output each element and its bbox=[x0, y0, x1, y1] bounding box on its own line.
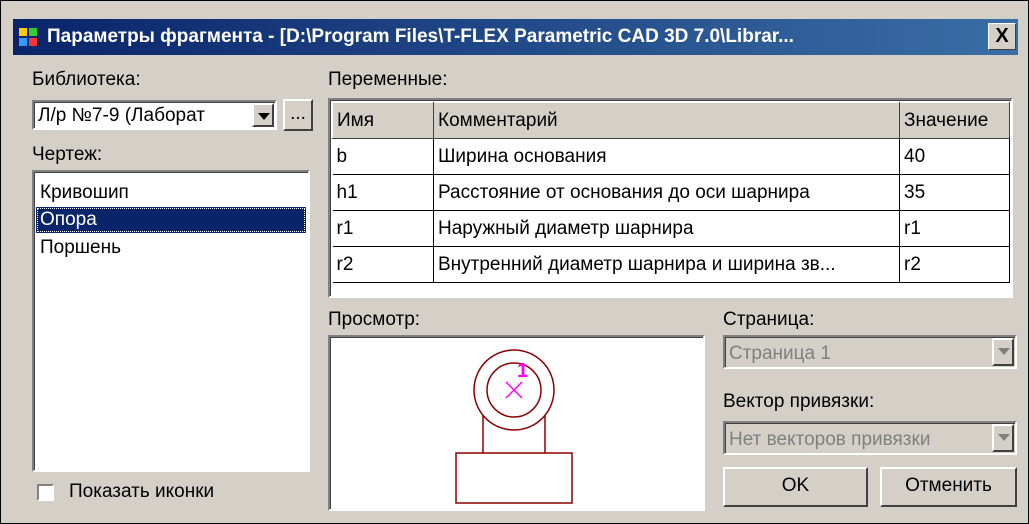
cell-value[interactable]: r2 bbox=[899, 246, 1010, 283]
cell-value[interactable]: 40 bbox=[899, 138, 1010, 175]
library-browse-button[interactable]: ... bbox=[283, 99, 313, 131]
dialog-window: Параметры фрагмента - [D:\Program Files\… bbox=[0, 0, 1029, 524]
variables-grid: Имя Комментарий Значение b Ширина основа… bbox=[332, 102, 1010, 283]
cell-comment: Ширина основания bbox=[433, 138, 900, 175]
cell-value[interactable]: 35 bbox=[899, 174, 1010, 211]
table-row[interactable]: r1 Наружный диаметр шарнира r1 bbox=[332, 210, 1010, 247]
cell-name: h1 bbox=[332, 174, 434, 211]
window-title: Параметры фрагмента - [D:\Program Files\… bbox=[47, 26, 794, 47]
drawing-label: Чертеж: bbox=[32, 144, 103, 165]
column-header-value[interactable]: Значение bbox=[899, 102, 1010, 139]
list-item-selected[interactable]: Опора bbox=[36, 207, 306, 233]
cell-comment: Внутренний диаметр шарнира и ширина зв..… bbox=[433, 246, 900, 283]
preview-label: Просмотр: bbox=[328, 309, 421, 330]
center-cross-icon bbox=[505, 381, 523, 399]
base-block bbox=[455, 452, 573, 504]
support-legs bbox=[482, 415, 546, 453]
drawing-list[interactable]: Кривошип Опора Поршень bbox=[32, 170, 310, 472]
close-button[interactable]: X bbox=[988, 23, 1016, 50]
page-label: Страница: bbox=[723, 309, 815, 330]
anchor-marker: 1 bbox=[517, 360, 528, 382]
cell-comment: Наружный диаметр шарнира bbox=[433, 210, 900, 247]
show-icons-checkbox[interactable] bbox=[37, 484, 54, 501]
chevron-down-icon bbox=[992, 424, 1014, 452]
anchor-combobox: Нет векторов привязки bbox=[723, 421, 1017, 455]
table-row[interactable]: b Ширина основания 40 bbox=[332, 138, 1010, 175]
cell-name: b bbox=[332, 138, 434, 175]
cell-comment: Расстояние от основания до оси шарнира bbox=[433, 174, 900, 211]
anchor-value: Нет векторов привязки bbox=[729, 429, 931, 450]
list-item[interactable]: Кривошип bbox=[36, 180, 306, 206]
column-header-name[interactable]: Имя bbox=[332, 102, 434, 139]
cell-name: r1 bbox=[332, 210, 434, 247]
library-value: Л/р №7-9 (Лаборат bbox=[38, 105, 205, 126]
cancel-button[interactable]: Отменить bbox=[880, 467, 1017, 507]
variables-table[interactable]: Имя Комментарий Значение b Ширина основа… bbox=[328, 98, 1013, 298]
library-label: Библиотека: bbox=[32, 69, 141, 90]
page-combobox: Страница 1 bbox=[723, 335, 1017, 369]
variables-label: Переменные: bbox=[328, 69, 448, 90]
table-row[interactable]: r2 Внутренний диаметр шарнира и ширина з… bbox=[332, 246, 1010, 283]
list-item[interactable]: Поршень bbox=[36, 235, 306, 261]
chevron-down-icon bbox=[992, 338, 1014, 366]
cell-value[interactable]: r1 bbox=[899, 210, 1010, 247]
table-row[interactable]: h1 Расстояние от основания до оси шарнир… bbox=[332, 174, 1010, 211]
page-value: Страница 1 bbox=[729, 343, 831, 364]
title-bar[interactable]: Параметры фрагмента - [D:\Program Files\… bbox=[13, 19, 1018, 55]
part-preview-drawing: 1 bbox=[455, 349, 573, 504]
library-combobox[interactable]: Л/р №7-9 (Лаборат bbox=[32, 100, 277, 130]
preview-pane: 1 bbox=[328, 335, 705, 511]
column-header-comment[interactable]: Комментарий bbox=[433, 102, 900, 139]
ok-button[interactable]: OK bbox=[723, 467, 868, 507]
cell-name: r2 bbox=[332, 246, 434, 283]
show-icons-label: Показать иконки bbox=[69, 481, 215, 502]
table-header-row: Имя Комментарий Значение bbox=[332, 102, 1010, 139]
app-icon bbox=[19, 28, 37, 46]
anchor-label: Вектор привязки: bbox=[723, 391, 875, 412]
chevron-down-icon[interactable] bbox=[252, 103, 274, 127]
